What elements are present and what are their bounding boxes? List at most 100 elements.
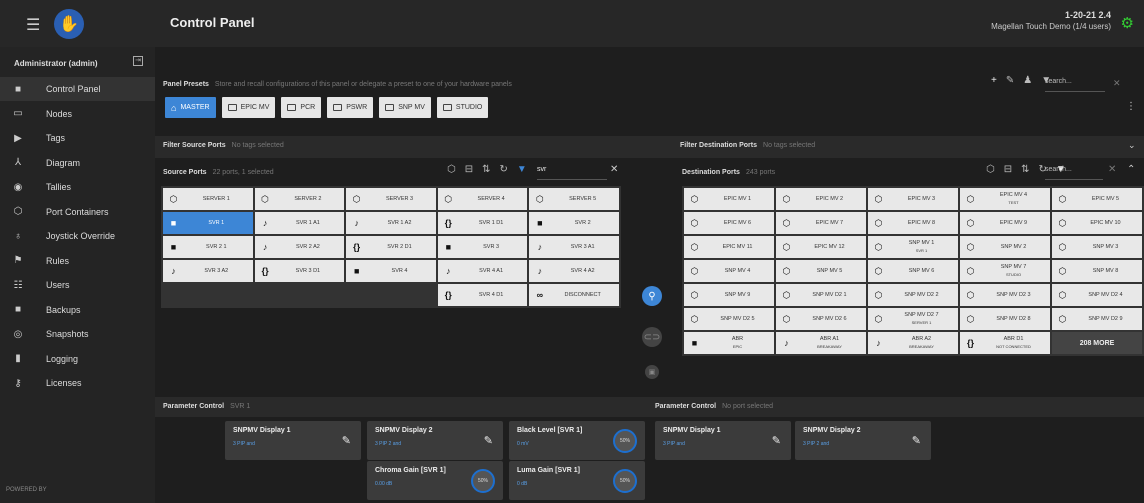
source-port[interactable]: ⬡ SERVER 5 — [529, 188, 619, 210]
source-port[interactable]: ■ SVR 3 — [437, 236, 528, 258]
source-port[interactable]: ■ SVR 1 — [163, 212, 253, 234]
edit-icon[interactable]: ✎ — [1006, 75, 1014, 86]
sidebar-item-joystick-override[interactable]: ♁ Joystick Override — [0, 224, 155, 248]
destination-port[interactable]: ⬡ EPIC MV 1 — [684, 188, 774, 210]
destination-port[interactable]: ⬡ SNP MV D2 8 — [960, 308, 1050, 330]
destination-port[interactable]: ⬡ SNP MV D2 3 — [960, 284, 1050, 306]
preset-button-snp-mv[interactable]: SNP MV — [379, 97, 431, 118]
destination-port[interactable]: ⬡ SNP MV 4 — [684, 260, 774, 282]
sidebar-item-port-containers[interactable]: ⬡ Port Containers — [0, 200, 155, 224]
destination-port[interactable]: ⬡ EPIC MV 2 — [776, 188, 866, 210]
sidebar-item-diagram[interactable]: ⅄ Diagram — [0, 151, 155, 175]
menu-icon[interactable]: ☰ — [26, 15, 40, 35]
destination-port[interactable]: ⬡ SNP MV 2 — [960, 236, 1050, 258]
source-port[interactable]: ♪ SVR 1 A1 — [254, 212, 345, 234]
destination-port[interactable]: ⬡ SNP MV D2 2 — [868, 284, 958, 306]
source-port[interactable]: ■ SVR 2 — [529, 212, 619, 234]
destination-port[interactable]: ⬡ SNP MV 8 — [1052, 260, 1142, 282]
parameter-card[interactable]: SNPMV Display 1 3 PIP and ✎ — [655, 421, 791, 460]
tree-icon[interactable]: ⊟ — [465, 164, 473, 175]
edit-pencil-icon[interactable]: ✎ — [912, 434, 921, 447]
destination-port[interactable]: ⬡ SNP MV 9 — [684, 284, 774, 306]
refresh-icon[interactable]: ↻ — [500, 164, 508, 175]
chevron-down-icon[interactable]: ⌄ — [1128, 140, 1136, 151]
destination-port[interactable]: ⬡ SNP MV 7 STUDIO — [960, 260, 1050, 282]
filter-destination-title[interactable]: Filter Destination Ports No tags selected — [680, 142, 815, 149]
filter-active-icon[interactable]: ▼ — [517, 164, 527, 175]
destination-port[interactable]: ⬡ SNP MV D2 1 — [776, 284, 866, 306]
destination-port[interactable]: ⬡ SNP MV 6 — [868, 260, 958, 282]
destination-port[interactable]: ⬡ SNP MV D2 7 SERVER 1 — [868, 308, 958, 330]
parameter-knob[interactable]: 50% — [471, 469, 495, 493]
lock-icon[interactable]: ▣ — [645, 365, 659, 379]
dest-tree-icon[interactable]: ⊟ — [1004, 164, 1012, 175]
source-port[interactable]: ♪ SVR 2 A2 — [254, 236, 345, 258]
sidebar-item-users[interactable]: ☷ Users — [0, 273, 155, 297]
source-port[interactable]: ♪ SVR 3 A2 — [163, 260, 253, 282]
sidebar-item-snapshots[interactable]: ◎ Snapshots — [0, 322, 155, 346]
source-port[interactable]: ⬡ SERVER 4 — [437, 188, 528, 210]
destination-port[interactable]: ■ ABR EPIC — [684, 332, 774, 354]
destination-port[interactable]: ⬡ EPIC MV 11 — [684, 236, 774, 258]
sidebar-item-control-panel[interactable]: ■ Control Panel — [0, 77, 155, 101]
source-port[interactable]: {} SVR 2 D1 — [346, 236, 436, 258]
preset-button-studio[interactable]: STUDIO — [436, 97, 489, 118]
preset-button-master[interactable]: ⌂ MASTER — [165, 97, 216, 118]
destination-port[interactable]: ♪ ABR A2 BREAKAWAY — [868, 332, 958, 354]
source-port[interactable]: ⬡ SERVER 3 — [346, 188, 436, 210]
source-search-input[interactable]: svr — [537, 166, 607, 180]
link-icon[interactable]: ⊂⊃ — [642, 327, 662, 347]
source-port[interactable]: {} SVR 1 D1 — [437, 212, 528, 234]
preset-button-pswr[interactable]: PSWR — [327, 97, 374, 118]
edit-pencil-icon[interactable]: ✎ — [772, 434, 781, 447]
destination-port[interactable]: ⬡ EPIC MV 12 — [776, 236, 866, 258]
source-port[interactable]: {} SVR 4 D1 — [437, 284, 528, 306]
destination-port[interactable]: ♪ ABR A1 BREAKAWAY — [776, 332, 866, 354]
destination-port[interactable]: ⬡ SNP MV 3 — [1052, 236, 1142, 258]
dest-container-icon[interactable]: ⬡ — [986, 164, 995, 175]
source-port[interactable]: {} SVR 3 D1 — [254, 260, 345, 282]
parameter-card[interactable]: SNPMV Display 2 3 PIP 2 and ✎ — [795, 421, 931, 460]
destination-port[interactable]: ⬡ EPIC MV 7 — [776, 212, 866, 234]
destination-port[interactable]: ⬡ SNP MV D2 5 — [684, 308, 774, 330]
destination-port[interactable]: ⬡ EPIC MV 5 — [1052, 188, 1142, 210]
clear-dest-search-icon[interactable]: ✕ — [1108, 164, 1116, 175]
source-port[interactable]: ∞ DISCONNECT — [529, 284, 619, 306]
sidebar-item-backups[interactable]: ■ Backups — [0, 298, 155, 322]
parameter-knob[interactable]: 50% — [613, 469, 637, 493]
more-ports-button[interactable]: 208 MORE — [1052, 332, 1142, 354]
destination-port[interactable]: ⬡ EPIC MV 4 TEST — [960, 188, 1050, 210]
sidebar-item-nodes[interactable]: ▭ Nodes — [0, 102, 155, 126]
edit-pencil-icon[interactable]: ✎ — [342, 434, 351, 447]
destination-port[interactable]: ⬡ EPIC MV 9 — [960, 212, 1050, 234]
source-port[interactable]: ■ SVR 4 — [346, 260, 436, 282]
preset-button-pcr[interactable]: PCR — [281, 97, 322, 118]
destination-port[interactable]: {} ABR D1 NOT CONNECTED — [960, 332, 1050, 354]
sort-icon[interactable]: ⇅ — [482, 164, 490, 175]
source-port[interactable]: ♪ SVR 1 A2 — [346, 212, 436, 234]
settings-gear-icon[interactable]: ⚙ — [1121, 14, 1134, 32]
take-link-icon[interactable]: ⚲ — [642, 286, 662, 306]
delegate-icon[interactable]: ♟ — [1023, 75, 1032, 86]
destination-port[interactable]: ⬡ SNP MV D2 6 — [776, 308, 866, 330]
logout-icon[interactable]: ⇥ — [133, 56, 143, 66]
dest-sort-icon[interactable]: ⇅ — [1021, 164, 1029, 175]
destination-port[interactable]: ⬡ SNP MV 5 — [776, 260, 866, 282]
destination-port[interactable]: ⬡ EPIC MV 3 — [868, 188, 958, 210]
source-port[interactable]: ⬡ SERVER 1 — [163, 188, 253, 210]
dest-search-input[interactable]: search... — [1045, 166, 1103, 180]
source-port[interactable]: ♪ SVR 3 A1 — [529, 236, 619, 258]
clear-search-icon[interactable]: ✕ — [1113, 78, 1121, 89]
destination-port[interactable]: ⬡ EPIC MV 8 — [868, 212, 958, 234]
parameter-card[interactable]: Chroma Gain [SVR 1] 0.00 dB 50% — [367, 461, 503, 500]
sidebar-item-tags[interactable]: ▶ Tags — [0, 126, 155, 150]
preset-button-epic-mv[interactable]: EPIC MV — [221, 97, 276, 118]
destination-port[interactable]: ⬡ SNP MV D2 4 — [1052, 284, 1142, 306]
sidebar-item-tallies[interactable]: ◉ Tallies — [0, 175, 155, 199]
source-port[interactable]: ■ SVR 2 1 — [163, 236, 253, 258]
sidebar-item-licenses[interactable]: ⚷ Licenses — [0, 371, 155, 395]
sidebar-item-rules[interactable]: ⚑ Rules — [0, 249, 155, 273]
clear-source-search-icon[interactable]: ✕ — [610, 164, 618, 175]
source-port[interactable]: ♪ SVR 4 A2 — [529, 260, 619, 282]
source-port[interactable]: ⬡ SERVER 2 — [254, 188, 345, 210]
